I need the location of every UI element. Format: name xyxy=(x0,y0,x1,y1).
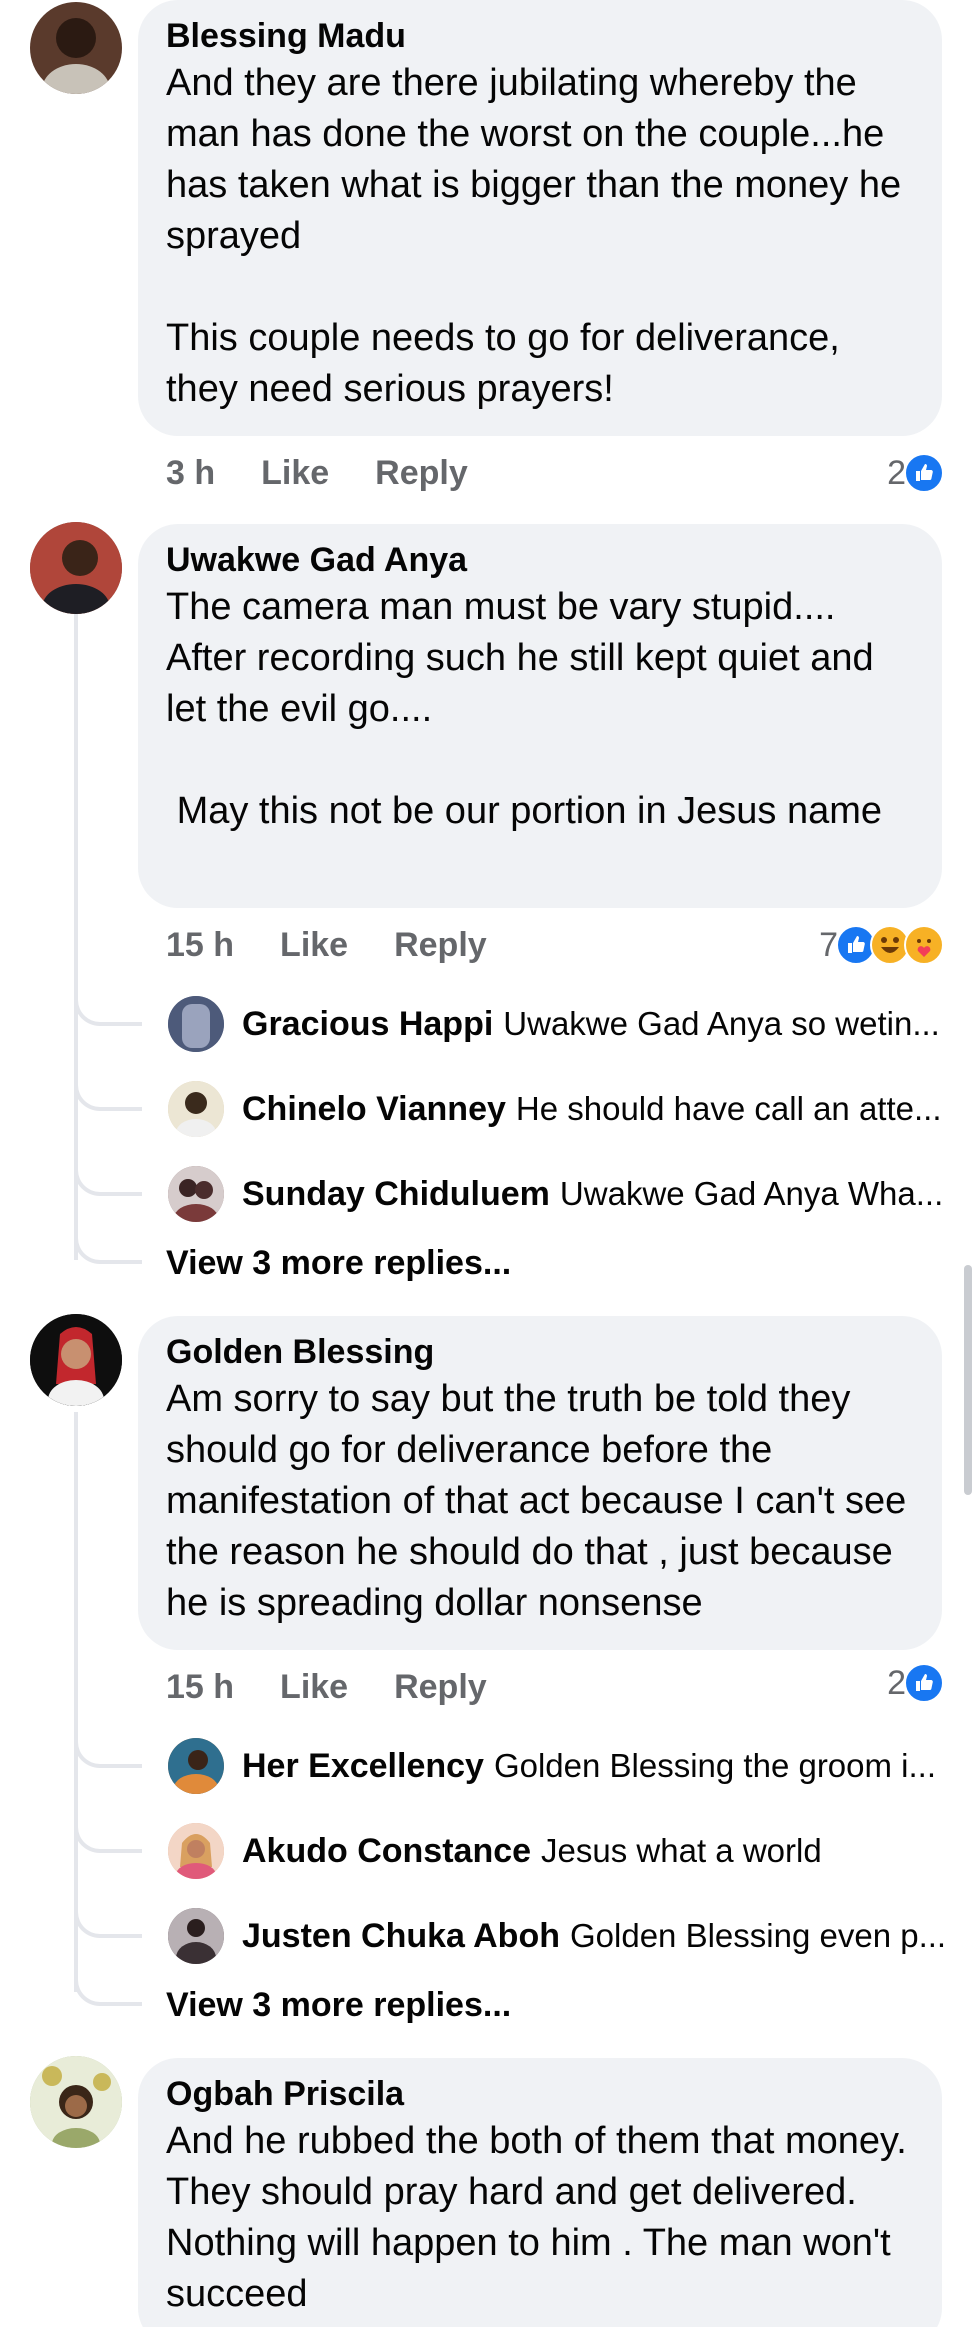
reply-button[interactable]: Reply xyxy=(375,454,468,493)
avatar[interactable] xyxy=(168,1166,224,1222)
thread-connector xyxy=(74,1980,142,2006)
reaction-summary[interactable]: 2 xyxy=(887,1658,944,1708)
comment-actions: 3 h Like Reply xyxy=(166,448,514,498)
comment-bubble: Golden Blessing Am sorry to say but the … xyxy=(138,1316,942,1650)
thread-connector xyxy=(74,1742,142,1768)
reply-text: Golden Blessing the groom i... xyxy=(493,1747,937,1784)
thread-connector xyxy=(74,1238,142,1264)
reply-button[interactable]: Reply xyxy=(394,1668,487,1707)
avatar[interactable] xyxy=(30,2056,122,2148)
comment-bubble: Uwakwe Gad Anya The camera man must be v… xyxy=(138,524,942,908)
like-button[interactable]: Like xyxy=(280,1668,348,1707)
comment-time[interactable]: 3 h xyxy=(166,454,215,493)
care-icon xyxy=(904,925,944,965)
comment-text: The camera man must be vary stupid.... A… xyxy=(166,586,883,832)
scrollbar[interactable] xyxy=(964,1265,972,1495)
reply-author[interactable]: Justen Chuka Aboh xyxy=(242,1917,560,1956)
avatar[interactable] xyxy=(30,522,122,614)
view-more-replies[interactable]: View 3 more replies... xyxy=(166,1986,511,2025)
avatar[interactable] xyxy=(168,996,224,1052)
comment-bubble: Ogbah Priscila And he rubbed the both of… xyxy=(138,2058,942,2327)
reply-preview[interactable]: Akudo Constance Jesus what a world xyxy=(168,1823,948,1879)
like-button[interactable]: Like xyxy=(261,454,329,493)
reply-preview[interactable]: Sunday Chiduluem Uwakwe Gad Anya Wha... xyxy=(168,1166,948,1222)
comment-actions: 15 h Like Reply xyxy=(166,1662,533,1712)
thread-connector xyxy=(74,1085,142,1111)
comment-actions: 15 h Like Reply xyxy=(166,920,533,970)
avatar[interactable] xyxy=(168,1823,224,1879)
reply-author[interactable]: Akudo Constance xyxy=(242,1832,531,1871)
reply-author[interactable]: Her Excellency xyxy=(242,1747,484,1786)
comment-author[interactable]: Blessing Madu xyxy=(166,14,912,58)
thread-connector xyxy=(74,1827,142,1853)
comment-author[interactable]: Golden Blessing xyxy=(166,1330,912,1374)
reply-author[interactable]: Sunday Chiduluem xyxy=(242,1175,550,1214)
comment-time[interactable]: 15 h xyxy=(166,926,234,965)
avatar[interactable] xyxy=(168,1738,224,1794)
thread-line xyxy=(74,1412,78,1992)
thread-connector xyxy=(74,1000,142,1026)
comment-text: And he rubbed the both of them that mone… xyxy=(166,2120,917,2315)
reaction-summary[interactable]: 2 xyxy=(887,448,944,498)
like-button[interactable]: Like xyxy=(280,926,348,965)
comment-text: And they are there jubilating whereby th… xyxy=(166,62,902,410)
comment-time[interactable]: 15 h xyxy=(166,1668,234,1707)
thread-line xyxy=(74,580,78,1260)
comment-author[interactable]: Ogbah Priscila xyxy=(166,2072,912,2116)
reply-author[interactable]: Chinelo Vianney xyxy=(242,1090,506,1129)
reply-preview[interactable]: Chinelo Vianney He should have call an a… xyxy=(168,1081,948,1137)
reply-button[interactable]: Reply xyxy=(394,926,487,965)
view-more-replies[interactable]: View 3 more replies... xyxy=(166,1244,511,1283)
reply-preview[interactable]: Her Excellency Golden Blessing the groom… xyxy=(168,1738,948,1794)
comment-author[interactable]: Uwakwe Gad Anya xyxy=(166,538,912,582)
reply-text: Jesus what a world xyxy=(541,1832,822,1869)
reply-preview[interactable]: Justen Chuka Aboh Golden Blessing even p… xyxy=(168,1908,948,1964)
reply-text: He should have call an atte... xyxy=(515,1090,942,1127)
thread-connector xyxy=(74,1170,142,1196)
reply-author[interactable]: Gracious Happi xyxy=(242,1005,493,1044)
reply-preview[interactable]: Gracious Happi Uwakwe Gad Anya so wetin.… xyxy=(168,996,948,1052)
comment-bubble: Blessing Madu And they are there jubilat… xyxy=(138,0,942,436)
avatar[interactable] xyxy=(168,1081,224,1137)
reply-text: Uwakwe Gad Anya Wha... xyxy=(559,1175,944,1212)
avatar[interactable] xyxy=(30,2,122,94)
reaction-summary[interactable]: 7 xyxy=(819,920,944,970)
reply-text: Uwakwe Gad Anya so wetin... xyxy=(503,1005,940,1042)
thread-connector xyxy=(74,1912,142,1938)
comment-text: Am sorry to say but the truth be told th… xyxy=(166,1378,917,1624)
avatar[interactable] xyxy=(168,1908,224,1964)
avatar[interactable] xyxy=(30,1314,122,1406)
like-icon xyxy=(904,453,944,493)
reply-text: Golden Blessing even p... xyxy=(570,1917,947,1954)
like-icon xyxy=(904,1663,944,1703)
